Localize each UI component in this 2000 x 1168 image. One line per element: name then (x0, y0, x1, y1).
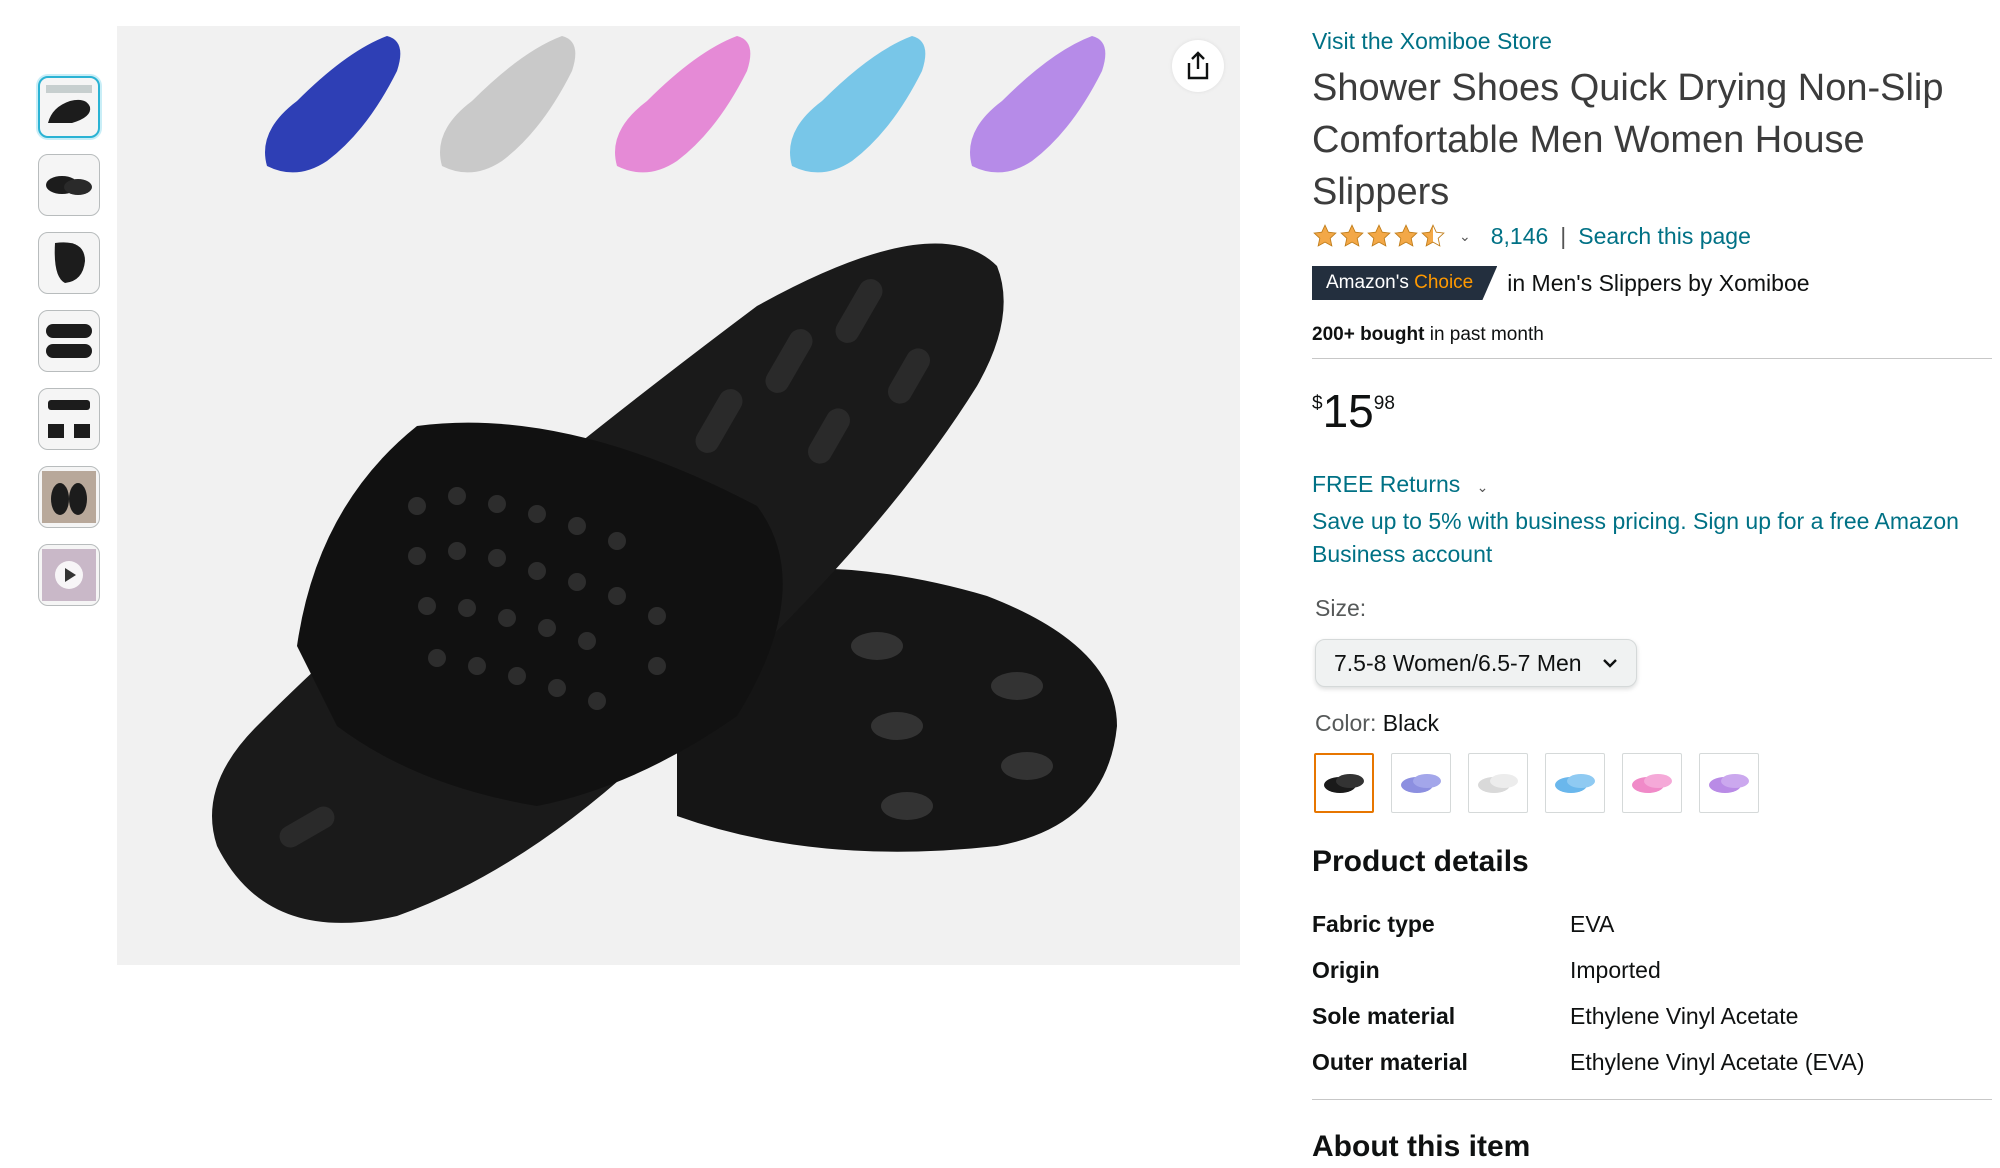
amazons-choice-badge: Amazon's Choice (1312, 266, 1498, 300)
product-details-title: Product details (1312, 845, 1529, 878)
color-selected-value: Black (1382, 710, 1439, 736)
slipper-swatch-icon (1324, 774, 1364, 793)
color-swatches (1314, 753, 1992, 813)
about-this-item-title: About this item (1312, 1130, 1531, 1163)
swatch-pink[interactable] (1622, 753, 1682, 813)
star-icon (1367, 224, 1391, 247)
bought-rest: in past month (1429, 324, 1544, 345)
star-icon (1340, 224, 1364, 247)
color-label: Color: (1315, 710, 1377, 736)
variant-slippers (265, 36, 1106, 173)
swatch-black[interactable] (1314, 753, 1374, 813)
details-value: EVA (1570, 910, 1615, 937)
details-value: Ethylene Vinyl Acetate (EVA) (1570, 1048, 1865, 1075)
free-returns-label: FREE Returns (1312, 471, 1461, 497)
separator: | (1560, 222, 1567, 249)
details-row: Sole material Ethylene Vinyl Acetate (1312, 993, 1992, 1039)
slipper-hero-image (212, 36, 1117, 923)
star-half-icon (1421, 224, 1445, 247)
size-dropdown[interactable]: 7.5-8 Women/6.5-7 Men (1315, 639, 1637, 687)
bought-count: 200+ bought in past month (1312, 320, 1992, 350)
rating-count-link[interactable]: 8,146 (1491, 223, 1549, 250)
business-pricing-link[interactable]: Save up to 5% with business pricing. Sig… (1312, 505, 2000, 571)
play-icon (42, 549, 96, 601)
chevron-down-icon: ⌄ (1476, 479, 1489, 495)
price-fraction: 98 (1373, 393, 1395, 414)
badge-context[interactable]: in Men's Slippers by Xomiboe (1507, 270, 1809, 297)
thumbnail-1[interactable] (38, 76, 100, 138)
badge-suffix: Choice (1414, 272, 1474, 293)
details-key: Origin (1312, 956, 1380, 983)
swatch-gray[interactable] (1468, 753, 1528, 813)
thumbnail-video[interactable] (38, 544, 100, 606)
rating-row: ⌄ 8,146 | Search this page (1312, 218, 1992, 254)
share-icon (1187, 51, 1209, 80)
slipper-swatch-icon (1478, 774, 1518, 793)
thumbnail-2[interactable] (38, 154, 100, 216)
slipper-swatch-icon (1555, 774, 1595, 793)
share-button[interactable] (1172, 40, 1224, 92)
divider (1312, 1099, 1992, 1100)
details-row: Fabric type EVA (1312, 901, 1992, 947)
product-details-table: Fabric type EVA Origin Imported Sole mat… (1312, 901, 1992, 1085)
slipper-thumbnail-icon (46, 85, 92, 123)
price: $ 15 98 (1312, 385, 1992, 441)
size-label: Size: (1315, 595, 1367, 621)
thumbnail-3[interactable] (38, 232, 100, 294)
slipper-closeup-icon (54, 242, 85, 283)
price-symbol: $ (1312, 393, 1323, 414)
product-title: Shower Shoes Quick Drying Non-Slip Comfo… (1312, 67, 1944, 213)
slipper-sole-icon (46, 324, 92, 358)
swatch-blue[interactable] (1391, 753, 1451, 813)
store-link[interactable]: Visit the Xomiboe Store (1312, 24, 1992, 58)
thumbnail-list (38, 76, 106, 622)
thumbnail-5[interactable] (38, 388, 100, 450)
bought-bold: 200+ bought (1312, 324, 1425, 345)
search-page-link[interactable]: Search this page (1578, 223, 1751, 250)
slipper-pair-icon (46, 176, 92, 195)
details-row: Outer material Ethylene Vinyl Acetate (E… (1312, 1039, 1992, 1085)
thumbnail-4[interactable] (38, 310, 100, 372)
details-key: Outer material (1312, 1048, 1468, 1075)
details-key: Sole material (1312, 1002, 1456, 1029)
divider (1312, 358, 1992, 359)
price-whole: 15 (1322, 385, 1374, 437)
star-icon (1394, 224, 1418, 247)
swatch-purple[interactable] (1699, 753, 1759, 813)
slipper-features-icon (48, 400, 90, 438)
chevron-down-icon (1603, 659, 1617, 668)
product-info: Visit the Xomiboe Store Shower Shoes Qui… (1312, 24, 1992, 1168)
free-returns-link[interactable]: FREE Returns ⌄ (1312, 467, 1992, 501)
main-product-image[interactable] (117, 26, 1240, 965)
slipper-swatch-icon (1709, 774, 1749, 793)
details-key: Fabric type (1312, 910, 1435, 937)
color-label-row: Color: Black (1315, 707, 1992, 739)
size-selected-value: 7.5-8 Women/6.5-7 Men (1334, 649, 1582, 676)
badge-prefix: Amazon's (1326, 272, 1409, 293)
swatch-sky-blue[interactable] (1545, 753, 1605, 813)
star-icon (1313, 224, 1337, 247)
thumbnail-6[interactable] (38, 466, 100, 528)
chevron-down-icon[interactable]: ⌄ (1459, 228, 1471, 245)
details-value: Imported (1570, 956, 1661, 983)
amazons-choice-row: Amazon's Choice in Men's Slippers by Xom… (1312, 266, 1992, 300)
slipper-swatch-icon (1632, 774, 1672, 793)
details-row: Origin Imported (1312, 947, 1992, 993)
slipper-lifestyle-icon (42, 471, 96, 523)
details-value: Ethylene Vinyl Acetate (1570, 1002, 1799, 1029)
star-rating[interactable] (1312, 223, 1447, 249)
slipper-swatch-icon (1401, 774, 1441, 793)
